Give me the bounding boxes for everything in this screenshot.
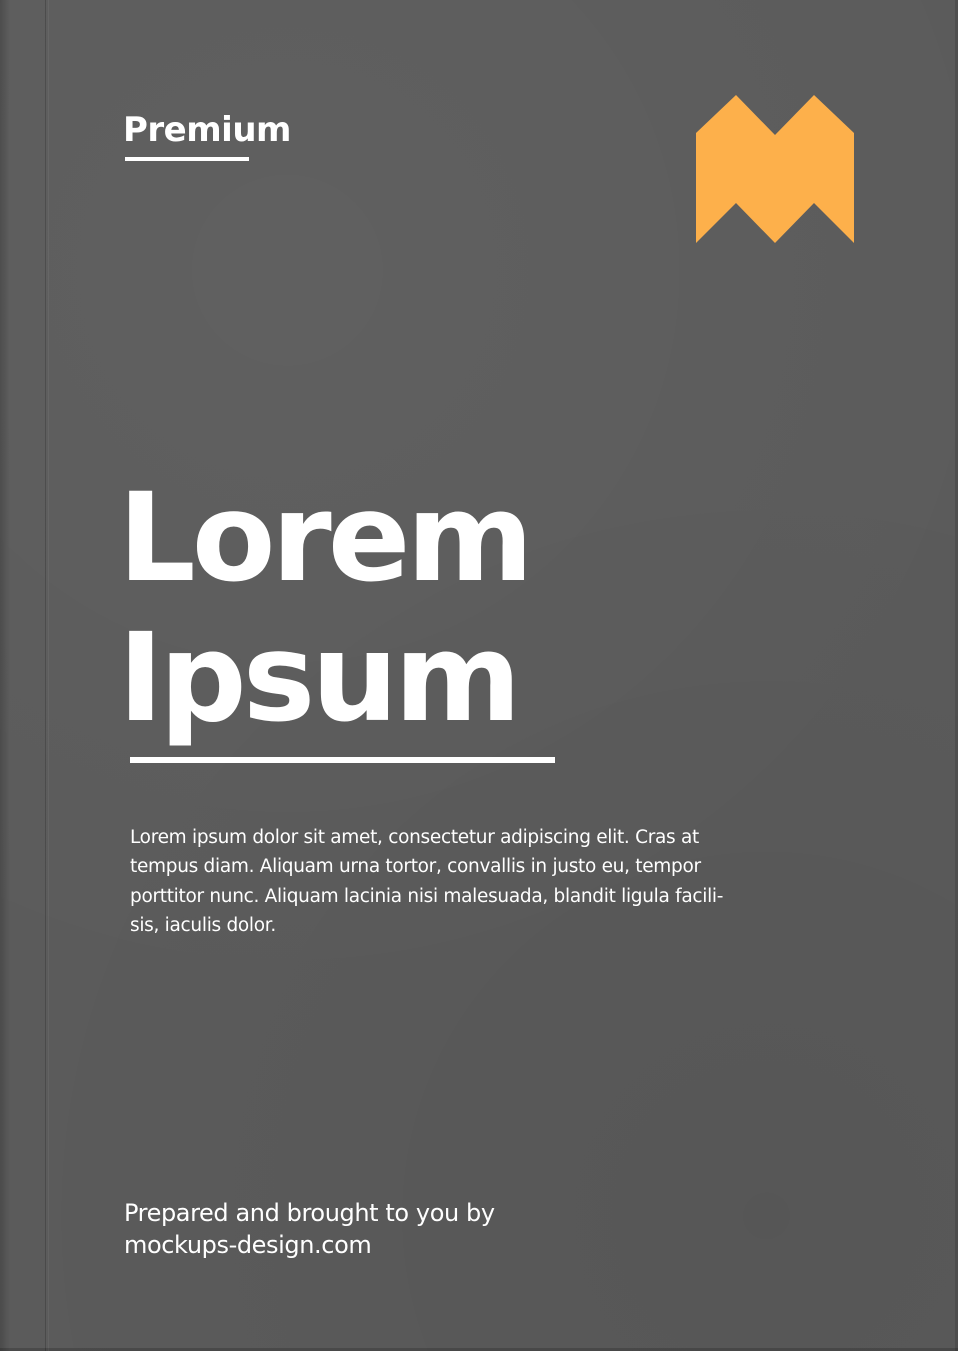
title-line-1: Lorem bbox=[118, 467, 534, 609]
premium-underline bbox=[125, 157, 249, 161]
description-line: sis, iaculis dolor. bbox=[130, 914, 276, 936]
book-cover: Premium Lorem Ipsum Lorem ipsum dolor si… bbox=[0, 0, 958, 1351]
cover-credits: Prepared and brought to you by mockups-d… bbox=[124, 1197, 495, 1261]
cover-hinge-line bbox=[45, 0, 47, 1351]
premium-label: Premium bbox=[123, 110, 291, 150]
cover-hinge-highlight bbox=[48, 0, 49, 1351]
credits-line-website: mockups-design.com bbox=[124, 1231, 372, 1259]
credits-line-prepared: Prepared and brought to you by bbox=[124, 1199, 495, 1227]
description-line: porttitor nunc. Aliquam lacinia nisi mal… bbox=[130, 885, 724, 907]
title-line-2: Ipsum bbox=[118, 607, 521, 749]
cover-description: Lorem ipsum dolor sit amet, consectetur … bbox=[130, 823, 724, 940]
title-underline bbox=[130, 757, 555, 763]
description-line: Lorem ipsum dolor sit amet, consectetur … bbox=[130, 827, 699, 848]
logo-shape bbox=[696, 95, 854, 243]
cover-title: Lorem Ipsum bbox=[118, 467, 534, 749]
description-line: tempus diam. Aliquam urna tortor, conval… bbox=[130, 856, 701, 878]
spine-shadow bbox=[0, 0, 10, 1351]
m-chevron-logo-icon bbox=[696, 95, 854, 243]
